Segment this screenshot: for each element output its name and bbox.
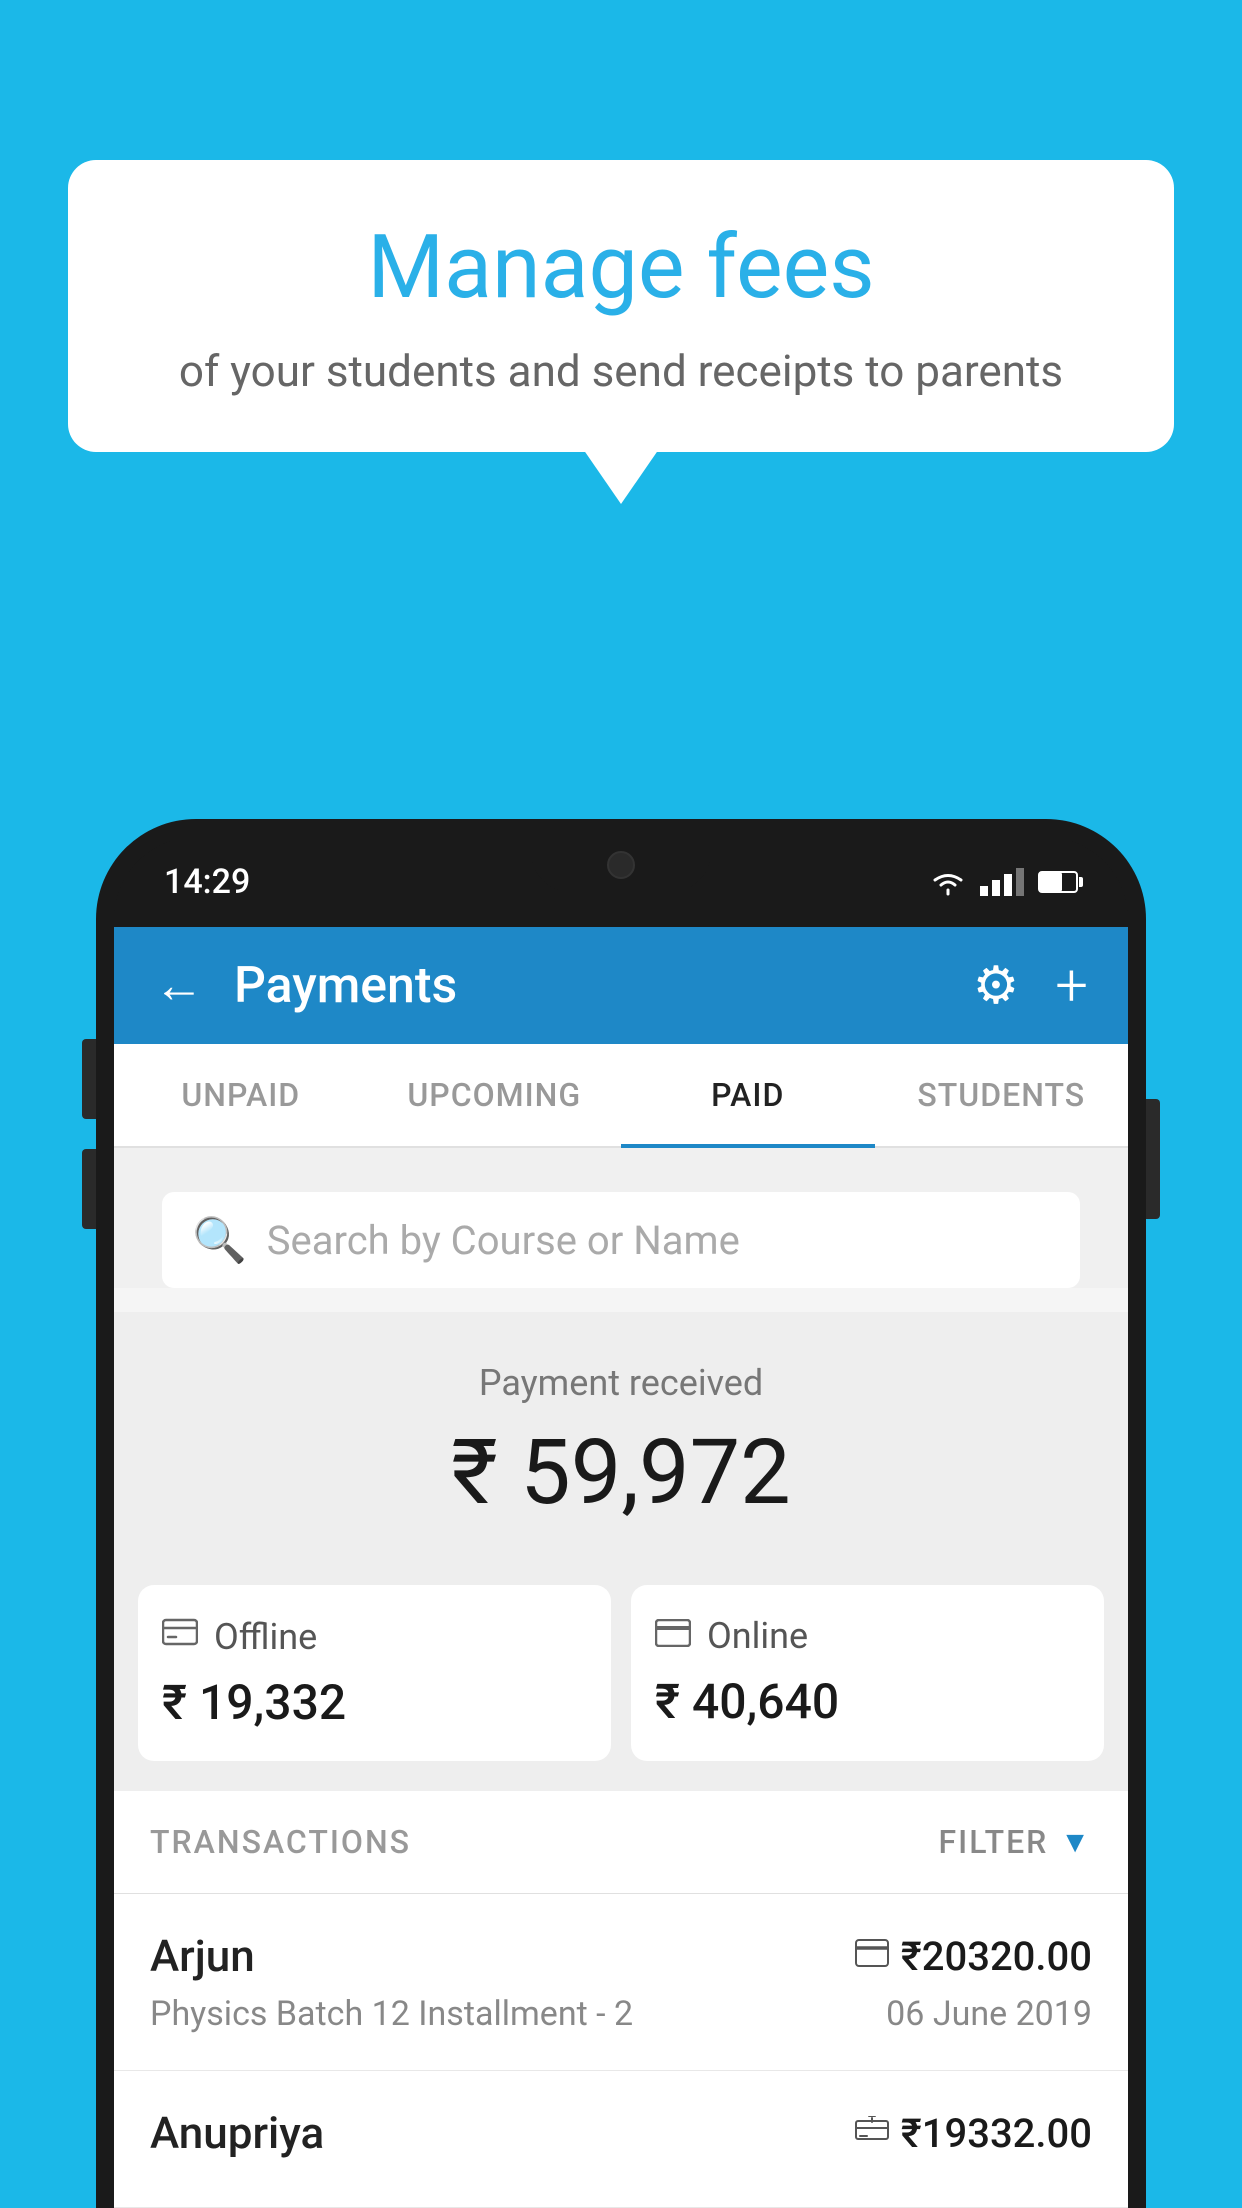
vol-up-button [82, 1039, 96, 1119]
offline-card: Offline ₹ 19,332 [138, 1585, 611, 1761]
back-button[interactable]: ← [154, 961, 204, 1011]
offline-payment-icon [855, 2113, 889, 2153]
payment-received-amount: ₹ 59,972 [144, 1420, 1098, 1525]
wifi-icon [930, 868, 966, 896]
transaction-name: Arjun [150, 1930, 255, 1982]
online-card-header: Online [655, 1615, 1080, 1657]
transaction-amount-wrap: ₹20320.00 [855, 1933, 1092, 1980]
signal-icon [980, 868, 1024, 896]
filter-label: FILTER [939, 1823, 1049, 1861]
search-icon: 🔍 [192, 1214, 247, 1266]
bubble-subtitle: of your students and send receipts to pa… [128, 345, 1114, 397]
add-button[interactable]: + [1055, 957, 1088, 1015]
app-screen: ← Payments ⚙ + UNPAID UPCOMING PAID STUD… [114, 927, 1128, 2208]
power-button [1146, 1099, 1160, 1219]
offline-icon [162, 1615, 198, 1658]
tab-upcoming[interactable]: UPCOMING [368, 1044, 622, 1146]
transaction-amount-wrap: ₹19332.00 [855, 2110, 1092, 2157]
notch [531, 837, 711, 892]
online-card: Online ₹ 40,640 [631, 1585, 1104, 1761]
transaction-name: Anupriya [150, 2107, 324, 2159]
table-row[interactable]: Anupriya ₹19332.00 [114, 2071, 1128, 2208]
payment-cards: Offline ₹ 19,332 Online ₹ 4 [114, 1565, 1128, 1791]
transaction-amount: ₹19332.00 [901, 2110, 1092, 2157]
phone-device: 14:29 [96, 819, 1146, 2208]
offline-label: Offline [214, 1616, 317, 1658]
search-bar[interactable]: 🔍 Search by Course or Name [162, 1192, 1080, 1288]
tab-paid[interactable]: PAID [621, 1044, 875, 1146]
vol-down-button [82, 1149, 96, 1229]
tab-students[interactable]: STUDENTS [875, 1044, 1129, 1146]
app-header: ← Payments ⚙ + [114, 927, 1128, 1044]
online-icon [655, 1616, 691, 1656]
filter-button[interactable]: FILTER ▼ [939, 1823, 1093, 1861]
transactions-label: TRANSACTIONS [150, 1823, 411, 1861]
filter-icon: ▼ [1060, 1825, 1092, 1860]
transaction-row-top: Arjun ₹20320.00 [150, 1930, 1092, 1982]
header-actions: ⚙ + [973, 955, 1088, 1016]
transaction-course: Physics Batch 12 Installment - 2 [150, 1994, 633, 2034]
transaction-date: 06 June 2019 [886, 1994, 1092, 2034]
tabs-bar: UNPAID UPCOMING PAID STUDENTS [114, 1044, 1128, 1148]
settings-icon[interactable]: ⚙ [973, 955, 1020, 1016]
transaction-row-bottom: Physics Batch 12 Installment - 2 06 June… [150, 1994, 1092, 2034]
status-icons [930, 868, 1078, 896]
phone-body: 14:29 [96, 819, 1146, 2208]
page-title: Payments [234, 957, 973, 1015]
online-amount: ₹ 40,640 [655, 1673, 1080, 1730]
tab-unpaid[interactable]: UNPAID [114, 1044, 368, 1146]
online-payment-icon [855, 1936, 889, 1976]
status-bar: 14:29 [114, 837, 1128, 927]
bubble-title: Manage fees [128, 220, 1114, 317]
offline-card-header: Offline [162, 1615, 587, 1658]
status-time: 14:29 [164, 862, 250, 902]
transactions-header: TRANSACTIONS FILTER ▼ [114, 1791, 1128, 1894]
transaction-amount: ₹20320.00 [901, 1933, 1092, 1980]
speech-bubble: Manage fees of your students and send re… [68, 160, 1174, 452]
camera [607, 851, 635, 879]
online-label: Online [707, 1615, 808, 1657]
offline-amount: ₹ 19,332 [162, 1674, 587, 1731]
payment-received-section: Payment received ₹ 59,972 [114, 1312, 1128, 1565]
search-placeholder: Search by Course or Name [267, 1217, 740, 1264]
payment-received-label: Payment received [144, 1362, 1098, 1404]
table-row[interactable]: Arjun ₹20320.00 Physics Batch 12 Install… [114, 1894, 1128, 2071]
transaction-row-top: Anupriya ₹19332.00 [150, 2107, 1092, 2159]
battery-icon [1038, 871, 1078, 893]
